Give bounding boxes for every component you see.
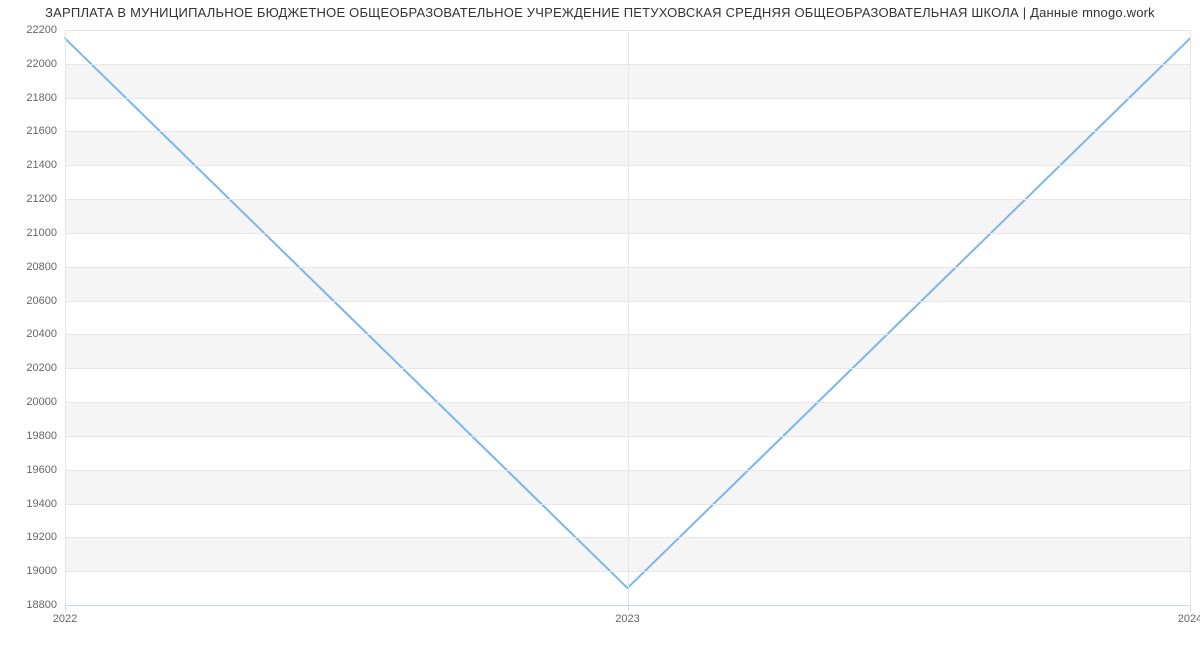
y-axis-tick-label: 19200 [26,531,65,543]
plot-area: 1880019000192001940019600198002000020200… [65,30,1190,605]
y-axis-tick-label: 21000 [26,227,65,239]
y-axis-tick-label: 20200 [26,362,65,374]
y-axis-tick-label: 19000 [26,565,65,577]
y-axis-tick-label: 20800 [26,261,65,273]
x-axis-tick-label: 2024 [1178,605,1200,625]
y-axis-tick-label: 21400 [26,159,65,171]
y-axis-tick-label: 22000 [26,58,65,70]
y-axis-tick-label: 21200 [26,193,65,205]
y-axis-tick-label: 21800 [26,92,65,104]
grid-line-vertical [628,30,629,605]
x-axis-line [65,605,1190,606]
y-axis-tick-label: 20000 [26,396,65,408]
grid-line-vertical [1190,30,1191,605]
y-axis-tick-label: 21600 [26,125,65,137]
x-axis-tick-label: 2022 [53,605,77,625]
y-axis-tick-label: 19400 [26,498,65,510]
y-axis-tick-label: 19800 [26,430,65,442]
y-axis-tick-label: 22200 [26,24,65,36]
y-axis-tick-label: 20600 [26,295,65,307]
chart-container: ЗАРПЛАТА В МУНИЦИПАЛЬНОЕ БЮДЖЕТНОЕ ОБЩЕО… [0,0,1200,650]
chart-title: ЗАРПЛАТА В МУНИЦИПАЛЬНОЕ БЮДЖЕТНОЕ ОБЩЕО… [0,5,1200,20]
y-axis-tick-label: 20400 [26,328,65,340]
grid-line-vertical [65,30,66,605]
x-axis-tick-label: 2023 [615,605,639,625]
y-axis-tick-label: 19600 [26,464,65,476]
